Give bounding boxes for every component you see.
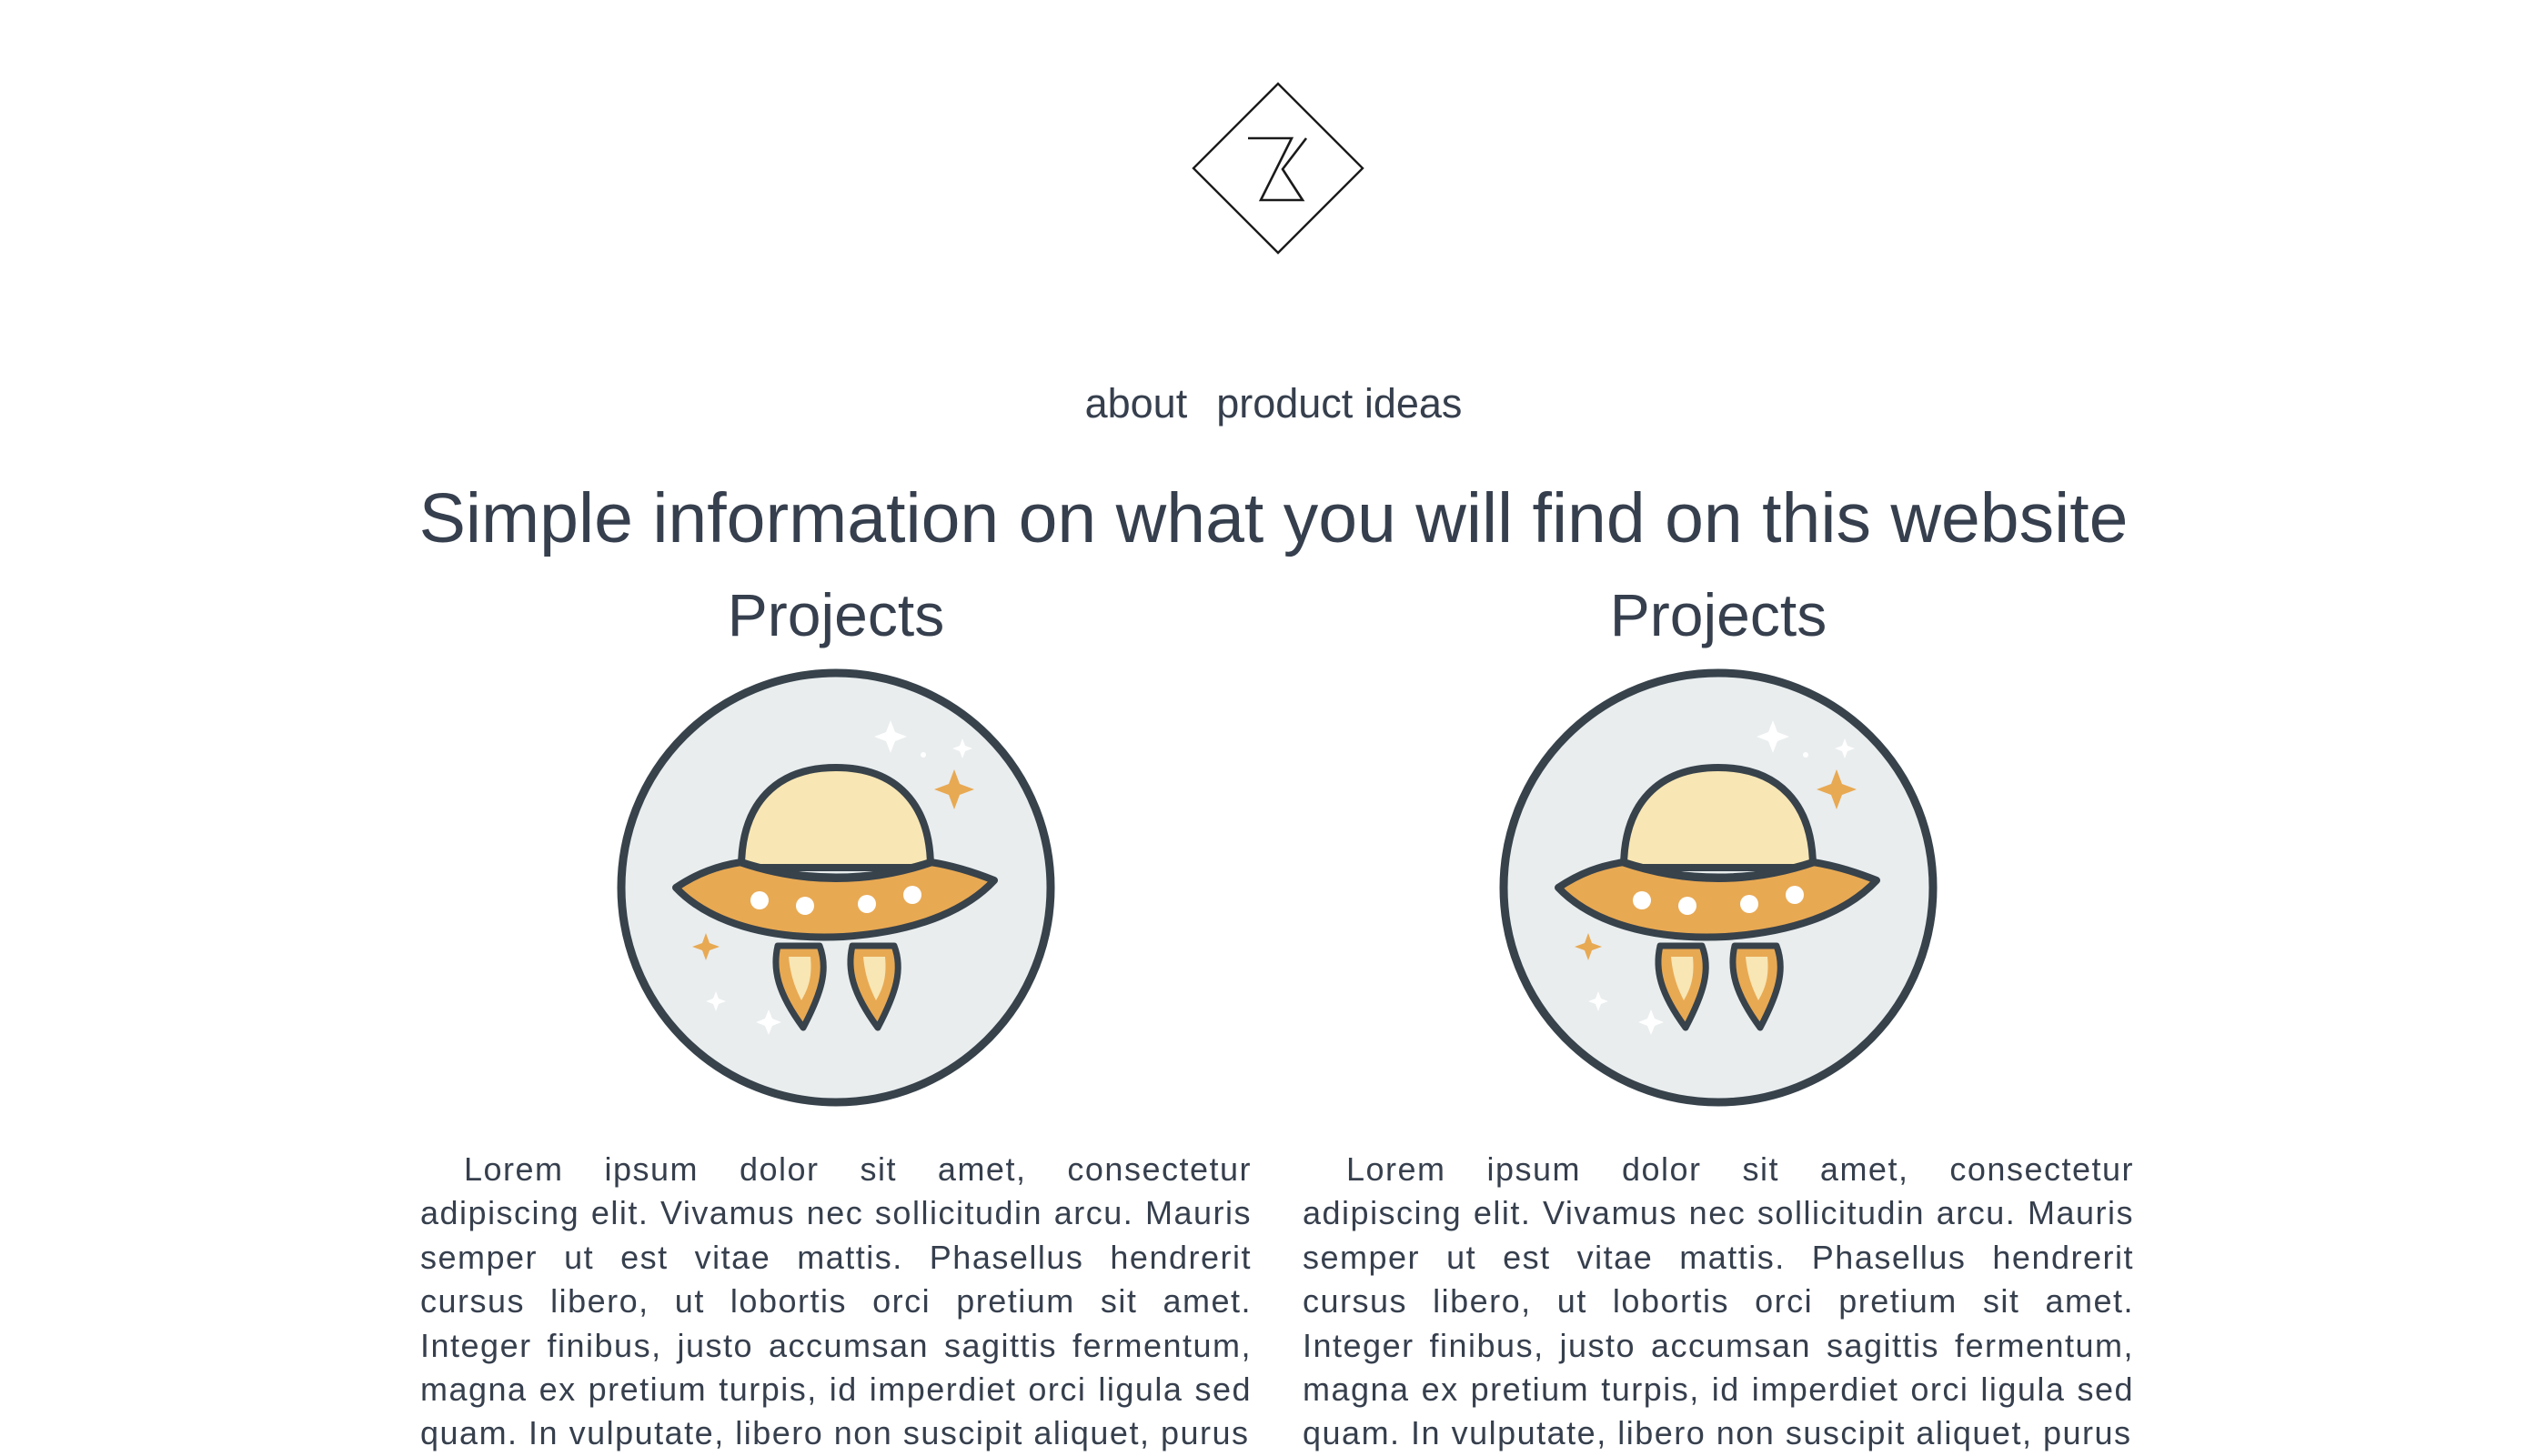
main-nav: about product ideas (0, 375, 2547, 433)
nav-link-about[interactable]: about (1085, 380, 1188, 427)
project-card-1: Projects Lorem ipsum dolor sit amet, con… (420, 580, 1252, 1451)
kb-diamond-logo-icon[interactable] (1192, 82, 1364, 255)
page-headline: Simple information on what you will find… (418, 479, 2129, 557)
nav-link-product-ideas[interactable]: product ideas (1216, 380, 1462, 427)
card-title: Projects (727, 581, 945, 648)
card-title: Projects (1609, 581, 1827, 648)
page: about product ideas Simple information on… (0, 0, 2547, 1455)
card-description: Lorem ipsum dolor sit amet, consectetur … (1303, 1150, 2134, 1452)
ufo-spaceship-icon (617, 668, 1055, 1107)
card-description: Lorem ipsum dolor sit amet, consectetur … (420, 1150, 1252, 1452)
project-card-2: Projects Lorem ipsum dolor sit amet, con… (1303, 580, 2134, 1451)
ufo-spaceship-icon (1499, 668, 1938, 1107)
